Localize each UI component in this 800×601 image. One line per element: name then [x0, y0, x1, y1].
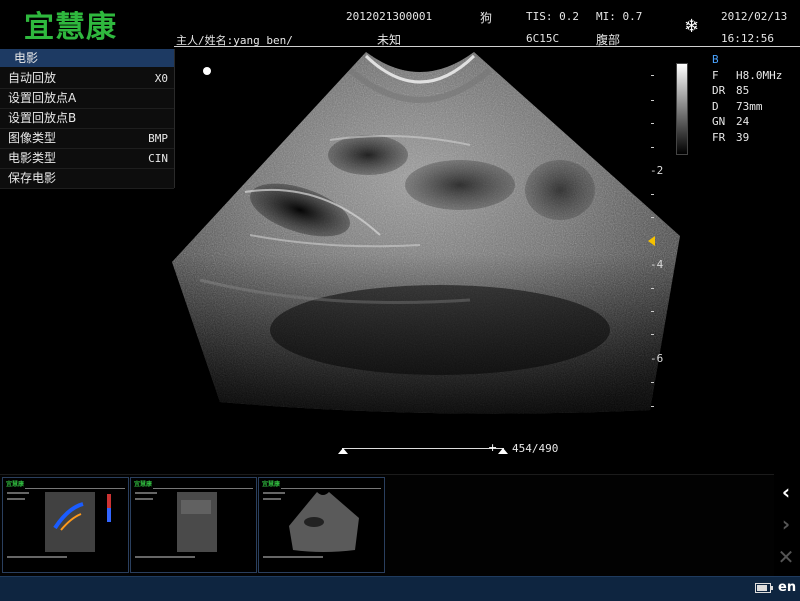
- close-icon[interactable]: ✕: [775, 546, 797, 568]
- imaging-params: B F H8.0MHz DR 85 D 73mm GN 24 FR 39: [712, 52, 782, 145]
- orientation-dot: [203, 67, 211, 75]
- param-dynamic-range: DR 85: [712, 84, 750, 97]
- menu-item-image-type[interactable]: 图像类型 BMP: [0, 129, 174, 149]
- cine-frame-count: 454/490: [512, 442, 559, 455]
- param-gain: GN 24: [712, 115, 750, 128]
- grayscale-bar: [676, 63, 688, 155]
- param-frequency: F H8.0MHz: [712, 68, 783, 82]
- cine-start-marker[interactable]: [338, 448, 348, 454]
- depth-label: -4: [650, 258, 664, 271]
- chevron-left-icon[interactable]: ‹: [775, 481, 797, 503]
- battery-icon: [755, 583, 773, 593]
- cine-track[interactable]: [342, 448, 504, 449]
- chevron-right-icon[interactable]: ›: [775, 513, 797, 535]
- cine-menu-title: 电影: [0, 49, 174, 67]
- thumbnail-strip: 宜慧康 宜慧康 宜慧康: [0, 474, 774, 577]
- cine-end-marker[interactable]: [498, 448, 508, 454]
- status-bar: en: [0, 576, 800, 601]
- depth-label: -6: [650, 352, 664, 365]
- menu-item-set-point-b[interactable]: 设置回放点B: [0, 109, 174, 129]
- depth-label: -2: [650, 164, 664, 177]
- thumbnail-doppler-clip[interactable]: 宜慧康: [2, 477, 129, 573]
- sector-image: [172, 52, 680, 414]
- thumbnail-bmode-clip-1[interactable]: 宜慧康: [130, 477, 257, 573]
- param-frame-rate: FR 39: [712, 130, 750, 144]
- menu-item-cine-type[interactable]: 电影类型 CIN: [0, 149, 174, 169]
- menu-item-set-point-a[interactable]: 设置回放点A: [0, 89, 174, 109]
- param-depth: D 73mm: [712, 99, 763, 113]
- mode-label: B: [712, 53, 719, 66]
- menu-item-auto-replay[interactable]: 自动回放 X0: [0, 69, 174, 89]
- menu-item-save-cine[interactable]: 保存电影: [0, 169, 174, 189]
- cine-cursor[interactable]: +: [488, 441, 497, 454]
- cine-menu: 电影 自动回放 X0 设置回放点A 设置回放点B 图像类型 BMP 电影类型 C…: [0, 49, 175, 189]
- language-indicator[interactable]: en: [778, 580, 796, 595]
- thumbnail-bmode-clip-2[interactable]: 宜慧康: [258, 477, 385, 573]
- focus-marker[interactable]: [648, 236, 655, 246]
